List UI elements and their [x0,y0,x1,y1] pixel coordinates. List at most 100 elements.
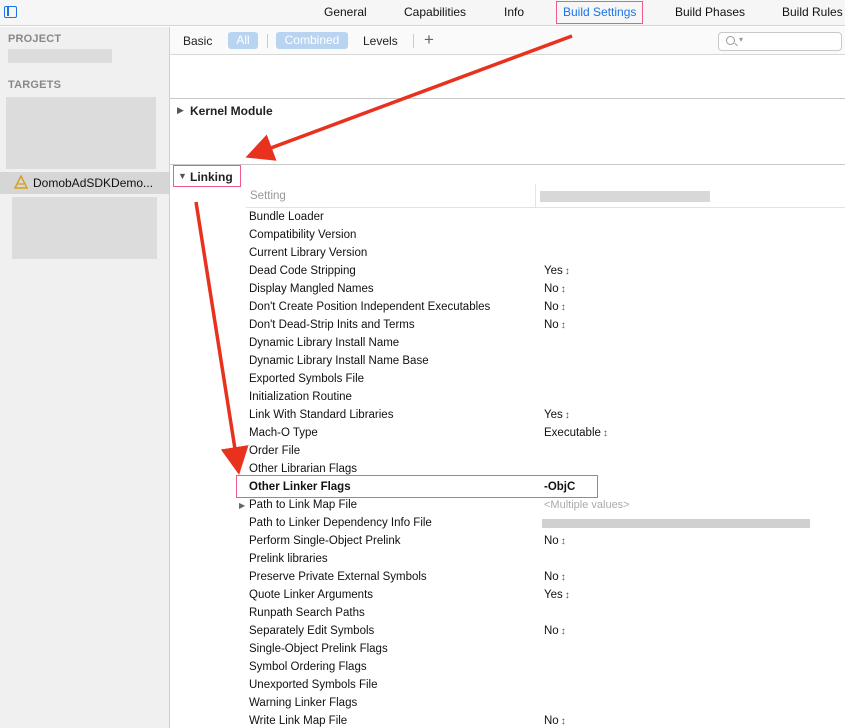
section-linking[interactable]: Linking [190,170,233,184]
popup-stepper-icon[interactable]: ↕ [561,572,566,583]
app-target-icon [14,175,28,189]
disclosure-collapsed-icon[interactable]: ▶ [177,105,184,116]
table-row[interactable]: Preserve Private External Symbols No ↕ [246,569,845,587]
table-row[interactable]: Order File [246,443,845,461]
setting-value[interactable]: Yes ↕ [544,589,570,601]
setting-value[interactable]: Executable ↕ [544,427,608,439]
table-row[interactable]: Compatibility Version [246,227,845,245]
table-row[interactable]: Mach-O Type Executable ↕ [246,425,845,443]
table-row[interactable]: Bundle Loader [246,209,845,227]
table-row[interactable]: ▶ Path to Link Map File <Multiple values> [239,497,845,515]
disclosure-expanded-icon[interactable]: ▼ [178,171,187,181]
setting-value[interactable]: No ↕ [544,301,566,313]
chevron-down-icon: ▾ [739,35,744,44]
popup-stepper-icon[interactable]: ↕ [565,266,570,277]
setting-name: Perform Single-Object Prelink [249,535,401,547]
toolbar-divider [267,34,268,48]
table-row[interactable]: Unexported Symbols File [246,677,845,695]
setting-value[interactable]: No ↕ [544,535,566,547]
sidebar-toggle-icon[interactable] [4,6,17,18]
setting-value[interactable]: No ↕ [544,715,566,727]
table-row[interactable]: Link With Standard Libraries Yes ↕ [246,407,845,425]
table-row[interactable]: Path to Linker Dependency Info File [246,515,845,533]
table-row[interactable]: Prelink libraries [246,551,845,569]
table-row[interactable]: Quote Linker Arguments Yes ↕ [246,587,845,605]
table-row[interactable]: Perform Single-Object Prelink No ↕ [246,533,845,551]
table-row[interactable]: Current Library Version [246,245,845,263]
setting-value[interactable]: No ↕ [544,571,566,583]
setting-value[interactable]: Yes ↕ [544,265,570,277]
popup-stepper-icon[interactable]: ↕ [561,302,566,313]
search-icon [726,36,735,45]
filter-levels-button[interactable]: Levels [363,34,398,48]
project-navigator-sidebar: PROJECT TARGETS DomobAdSDKDemo... [0,27,170,728]
project-item-redacted[interactable] [8,49,112,63]
setting-name: Symbol Ordering Flags [249,661,367,673]
table-row[interactable]: Exported Symbols File [246,371,845,389]
annotation-highlight-other-linker-flags [236,475,598,498]
setting-name: Display Mangled Names [249,283,374,295]
tab-build-rules[interactable]: Build Rules [782,5,843,19]
table-row[interactable]: Dynamic Library Install Name [246,335,845,353]
row-disclosure-icon[interactable]: ▶ [239,501,245,510]
setting-value[interactable]: No ↕ [544,625,566,637]
setting-value-text: Yes [544,265,563,277]
table-row[interactable]: Dynamic Library Install Name Base [246,353,845,371]
section-divider [170,98,845,99]
section-kernel-module[interactable]: Kernel Module [190,104,273,118]
table-row[interactable]: Dead Code Stripping Yes ↕ [246,263,845,281]
table-row[interactable]: Display Mangled Names No ↕ [246,281,845,299]
popup-stepper-icon[interactable]: ↕ [561,320,566,331]
setting-name: Dynamic Library Install Name [249,337,400,349]
setting-name: Other Librarian Flags [249,463,358,475]
filter-basic-button[interactable]: Basic [183,34,212,48]
filter-all-button[interactable]: All [228,32,258,49]
selected-target-label: DomobAdSDKDemo... [33,176,154,190]
editor-tab-bar: General Capabilities Info Build Settings… [0,0,845,26]
setting-name: Mach-O Type [249,427,318,439]
popup-stepper-icon[interactable]: ↕ [565,590,570,601]
target-items-redacted[interactable] [6,97,156,169]
setting-value[interactable]: Yes ↕ [544,409,570,421]
project-section-header: PROJECT [8,33,62,45]
tab-build-phases[interactable]: Build Phases [675,5,745,19]
setting-value[interactable]: <Multiple values> [544,499,630,511]
column-header-target-redacted [540,191,710,202]
table-row[interactable]: Don't Create Position Independent Execut… [246,299,845,317]
add-setting-button[interactable]: + [424,30,434,50]
filter-combined-button[interactable]: Combined [276,32,348,49]
setting-name: Runpath Search Paths [249,607,365,619]
setting-value-redacted[interactable] [542,519,810,528]
popup-stepper-icon[interactable]: ↕ [561,626,566,637]
tab-capabilities[interactable]: Capabilities [404,5,466,19]
setting-value[interactable]: No ↕ [544,283,566,295]
tab-general[interactable]: General [324,5,367,19]
settings-search-field[interactable]: ▾ [718,32,842,51]
setting-name: Path to Linker Dependency Info File [249,517,432,529]
table-row[interactable]: Warning Linker Flags [246,695,845,713]
table-header-border [246,207,845,208]
column-divider [535,184,536,208]
sidebar-item-selected-target[interactable]: DomobAdSDKDemo... [0,172,169,194]
popup-stepper-icon[interactable]: ↕ [603,428,608,439]
table-row[interactable]: Initialization Routine [246,389,845,407]
table-row[interactable]: Don't Dead-Strip Inits and Terms No ↕ [246,317,845,335]
popup-stepper-icon[interactable]: ↕ [561,536,566,547]
setting-value-text: No [544,283,559,295]
setting-name: Initialization Routine [249,391,352,403]
targets-section-header: TARGETS [8,79,62,91]
target-items-redacted-lower[interactable] [12,197,157,259]
tab-info[interactable]: Info [504,5,524,19]
column-header-setting: Setting [250,190,286,202]
popup-stepper-icon[interactable]: ↕ [565,410,570,421]
popup-stepper-icon[interactable]: ↕ [561,716,566,727]
table-row[interactable]: Separately Edit Symbols No ↕ [246,623,845,641]
setting-value[interactable]: No ↕ [544,319,566,331]
popup-stepper-icon[interactable]: ↕ [561,284,566,295]
table-row[interactable]: Symbol Ordering Flags [246,659,845,677]
table-row[interactable]: Single-Object Prelink Flags [246,641,845,659]
table-row[interactable]: Runpath Search Paths [246,605,845,623]
setting-value-text: Executable [544,427,601,439]
table-row[interactable]: Write Link Map File No ↕ [246,713,845,728]
tab-build-settings[interactable]: Build Settings [556,1,644,24]
